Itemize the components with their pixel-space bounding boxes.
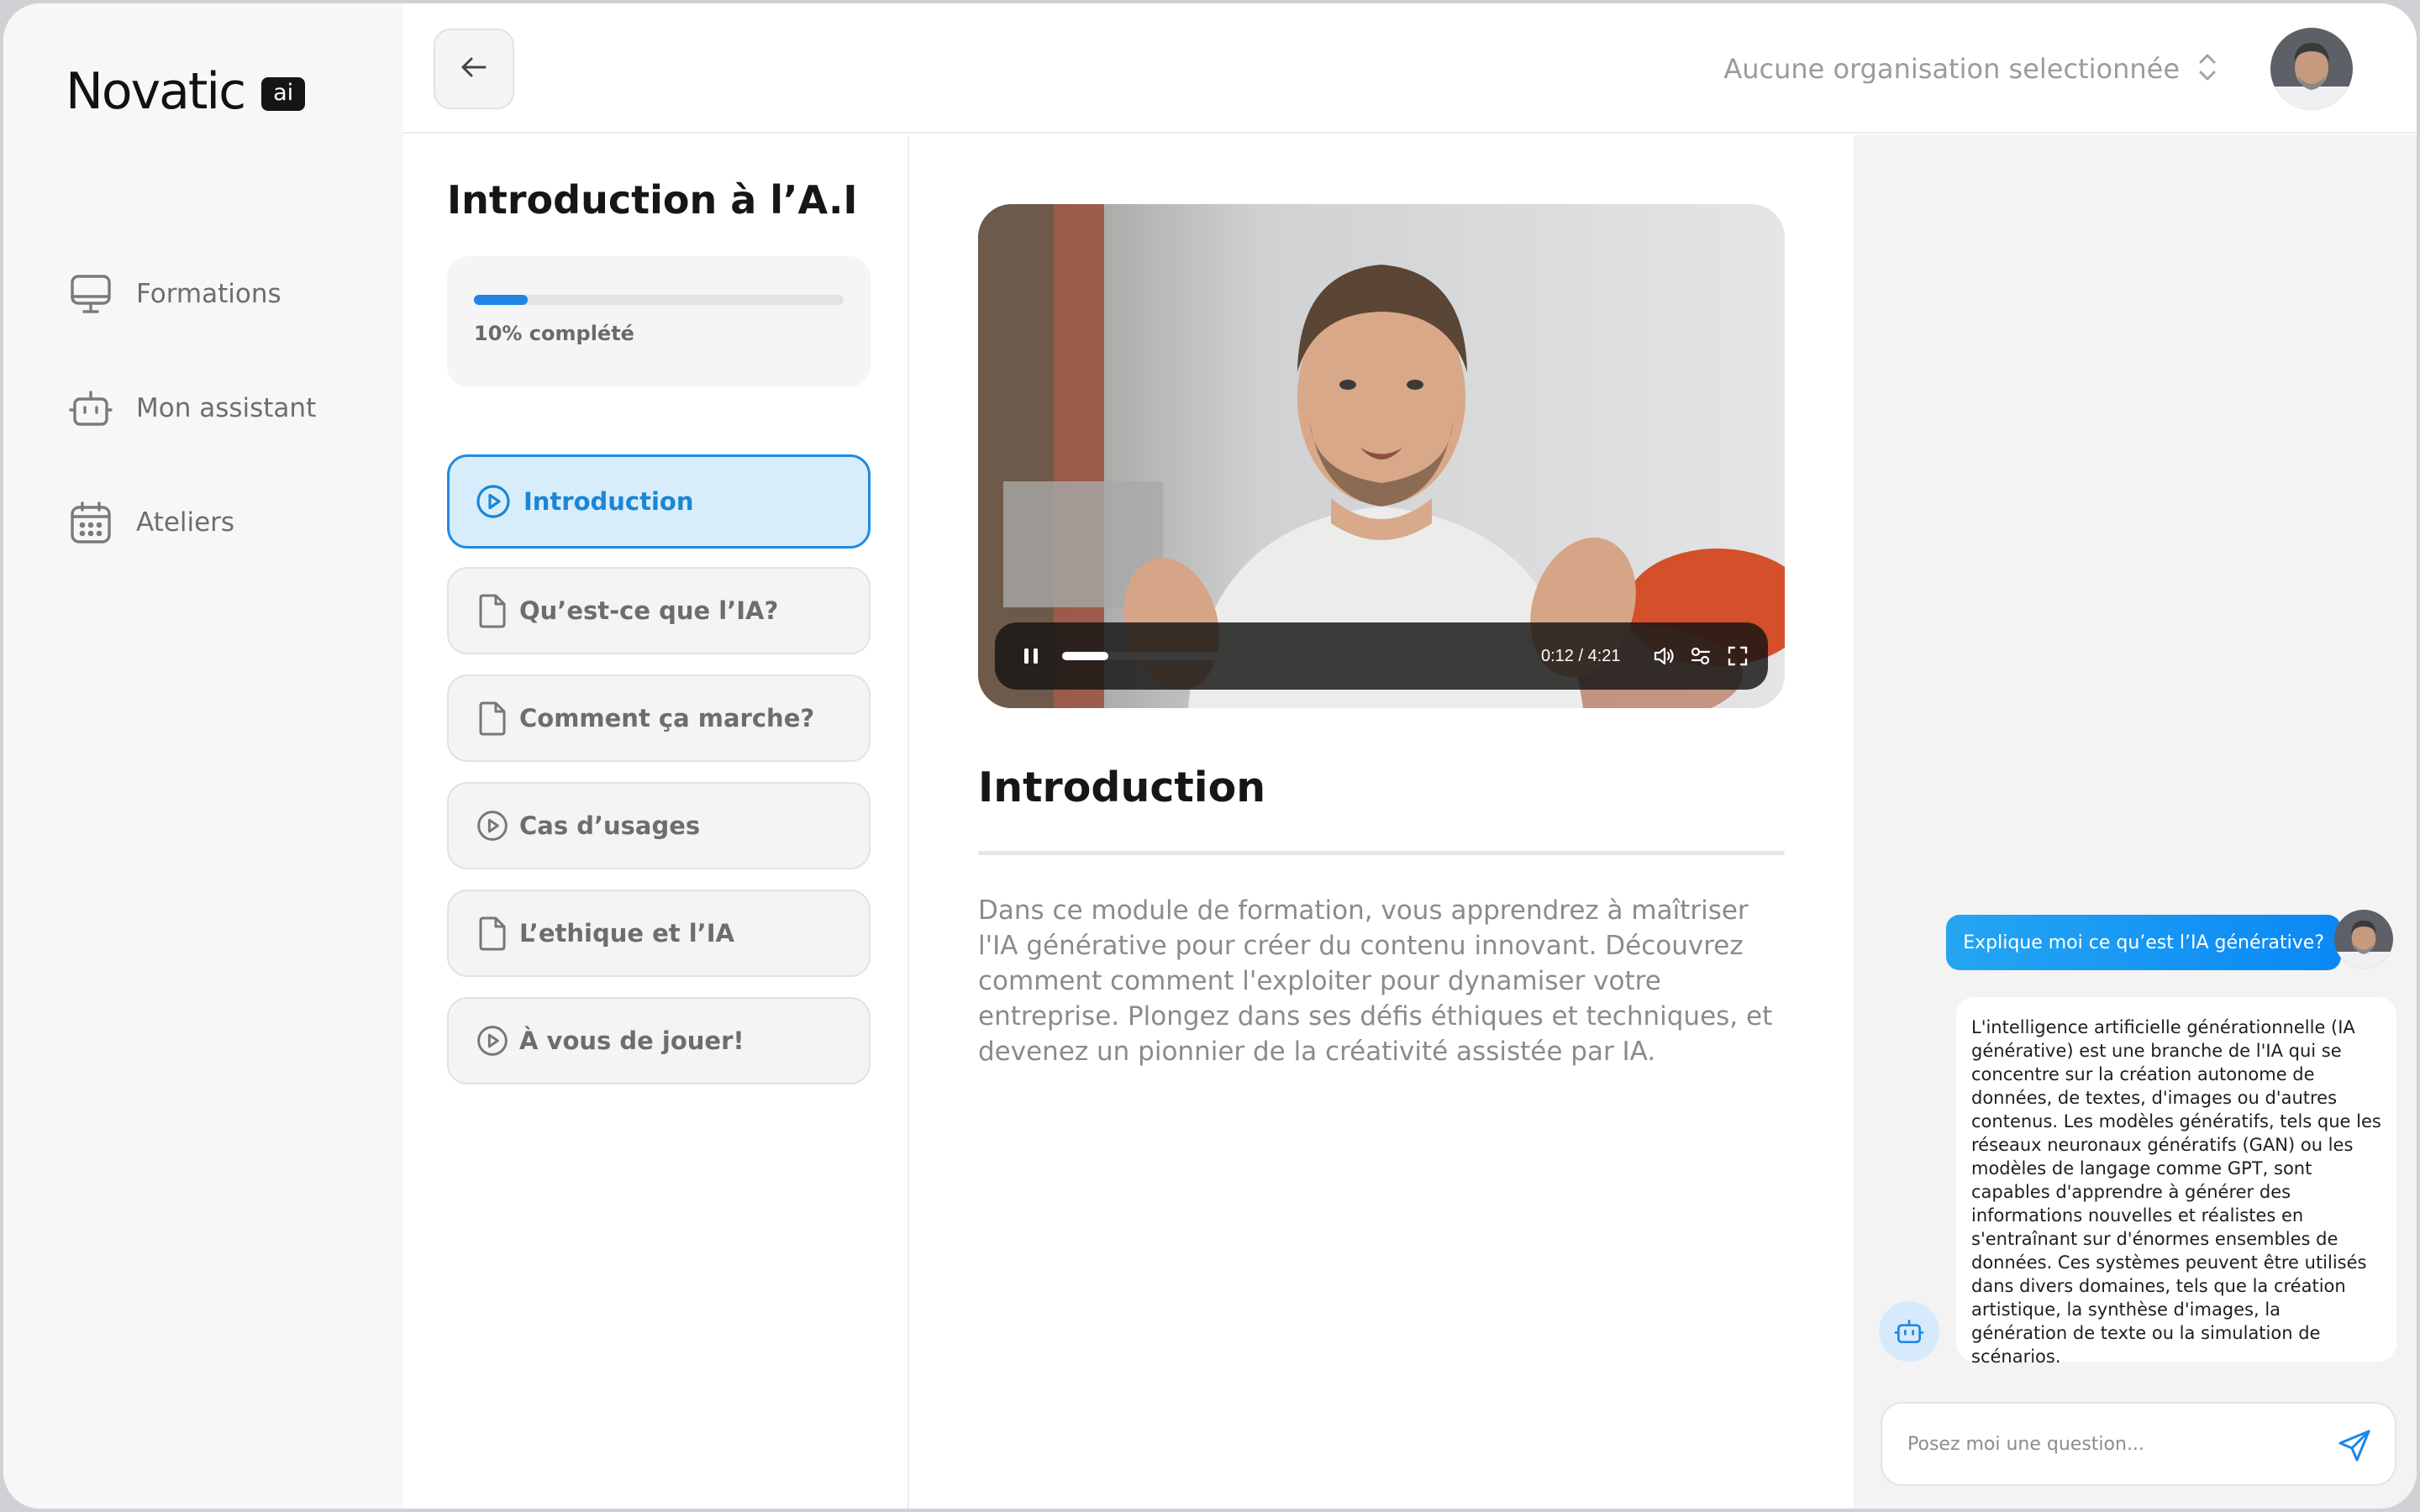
progress-bar xyxy=(474,295,844,305)
user-avatar[interactable] xyxy=(2270,28,2353,110)
progress-label: 10% complété xyxy=(474,322,634,345)
lesson-item-cas-dusages[interactable]: Cas d’usages xyxy=(447,782,871,869)
module-panel: Introduction à l’A.I 10% complété Introd… xyxy=(403,135,909,1509)
lesson-item-introduction[interactable]: Introduction xyxy=(447,454,871,549)
document-icon xyxy=(474,700,511,737)
user-avatar xyxy=(2334,910,2393,969)
pause-icon[interactable] xyxy=(1018,643,1044,669)
robot-icon xyxy=(1879,1301,1939,1362)
content-divider xyxy=(978,851,1785,855)
user-message-bubble: Explique moi ce qu’est l’IA générative? xyxy=(1946,915,2341,970)
sidebar: Novatic ai Formations Mon assistant Atel… xyxy=(3,3,403,1509)
content-title: Introduction xyxy=(978,764,1266,811)
progress-bar-fill xyxy=(474,295,528,305)
play-circle-icon xyxy=(475,483,512,520)
play-circle-icon xyxy=(474,807,511,844)
lesson-label: Comment ça marche? xyxy=(519,704,815,732)
video-time: 0:12 / 4:21 xyxy=(1541,646,1621,665)
lesson-label: L’ethique et l’IA xyxy=(519,919,734,948)
sidebar-item-label: Mon assistant xyxy=(136,393,317,423)
arrow-left-icon xyxy=(457,50,491,87)
monitor-icon xyxy=(67,270,114,318)
play-circle-icon xyxy=(474,1022,511,1059)
organization-select[interactable]: Aucune organisation selectionnée xyxy=(1723,50,2218,87)
progress-card: 10% complété xyxy=(447,256,871,387)
organization-label: Aucune organisation selectionnée xyxy=(1723,53,2180,85)
content-description: Dans ce module de formation, vous appren… xyxy=(978,895,1773,1067)
video-player[interactable]: 0:12 / 4:21 xyxy=(978,204,1785,708)
volume-icon[interactable] xyxy=(1649,642,1678,670)
sidebar-item-formations[interactable]: Formations xyxy=(67,270,281,318)
lesson-label: Introduction xyxy=(523,487,694,516)
lesson-item-a-vous-de-jouer[interactable]: À vous de jouer! xyxy=(447,997,871,1084)
robot-icon xyxy=(67,385,114,432)
video-controls: 0:12 / 4:21 xyxy=(995,622,1768,690)
chat-input[interactable] xyxy=(1907,1433,2311,1455)
back-button[interactable] xyxy=(434,29,514,109)
lesson-label: Cas d’usages xyxy=(519,811,701,840)
lesson-label: Qu’est-ce que l’IA? xyxy=(519,596,779,625)
settings-icon[interactable] xyxy=(1686,642,1715,670)
sidebar-item-mon-assistant[interactable]: Mon assistant xyxy=(67,385,316,432)
lesson-label: À vous de jouer! xyxy=(519,1026,744,1055)
document-icon xyxy=(474,592,511,629)
calendar-icon xyxy=(67,499,114,546)
chat-input-box xyxy=(1881,1402,2396,1486)
module-title: Introduction à l’A.I xyxy=(447,177,858,223)
lesson-content: 0:12 / 4:21 Introduction Dans ce module … xyxy=(911,135,1854,1509)
assistant-message-bubble: L'intelligence artificielle générationne… xyxy=(1956,997,2396,1367)
logo-badge: ai xyxy=(261,77,306,111)
app-window: Novatic ai Formations Mon assistant Atel… xyxy=(3,3,2417,1509)
lesson-item-comment-ca-marche[interactable]: Comment ça marche? xyxy=(447,675,871,762)
assistant-chat-panel: Explique moi ce qu’est l’IA générative? … xyxy=(1854,135,2417,1509)
sidebar-item-ateliers[interactable]: Ateliers xyxy=(67,499,234,546)
video-seek-bar[interactable] xyxy=(1062,652,1523,660)
lesson-item-ethique-et-ia[interactable]: L’ethique et l’IA xyxy=(447,890,871,977)
document-icon xyxy=(474,915,511,952)
sidebar-item-label: Formations xyxy=(136,279,281,309)
top-bar: Aucune organisation selectionnée xyxy=(403,3,2417,134)
video-seek-fill xyxy=(1062,652,1109,660)
fullscreen-icon[interactable] xyxy=(1723,642,1752,670)
chevron-up-down-icon xyxy=(2196,50,2218,87)
lesson-item-quest-ce-que-lia[interactable]: Qu’est-ce que l’IA? xyxy=(447,567,871,654)
send-icon[interactable] xyxy=(2336,1427,2373,1464)
logo[interactable]: Novatic ai xyxy=(66,62,306,121)
sidebar-item-label: Ateliers xyxy=(136,507,235,538)
logo-wordmark: Novatic xyxy=(66,62,246,121)
